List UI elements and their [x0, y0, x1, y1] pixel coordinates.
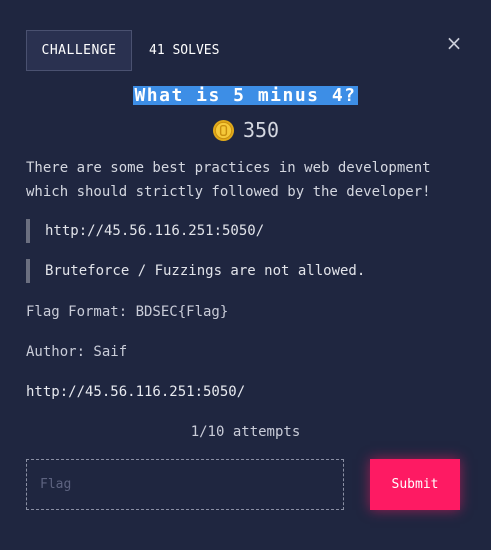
- title-wrapper: What is 5 minus 4?: [0, 86, 491, 105]
- challenge-modal: CHALLENGE 41 SOLVES × What is 5 minus 4?…: [0, 0, 491, 550]
- attempts-counter: 1/10 attempts: [190, 424, 301, 440]
- tab-challenge[interactable]: CHALLENGE: [26, 30, 132, 71]
- challenge-description: There are some best practices in web dev…: [26, 160, 431, 200]
- submit-button[interactable]: Submit: [370, 459, 460, 510]
- close-icon[interactable]: ×: [444, 32, 464, 54]
- quote-rules: Bruteforce / Fuzzings are not allowed.: [26, 259, 365, 283]
- author: Author: Saif: [26, 344, 128, 360]
- challenge-points: 350: [0, 118, 491, 142]
- challenge-title: What is 5 minus 4?: [133, 85, 358, 106]
- coin-icon: [212, 119, 234, 141]
- quote-url: http://45.56.116.251:5050/: [26, 219, 264, 243]
- flag-input[interactable]: [26, 459, 344, 510]
- points-value: 350: [242, 118, 280, 142]
- challenge-link[interactable]: http://45.56.116.251:5050/: [26, 380, 245, 404]
- flag-format: Flag Format: BDSEC{Flag}: [26, 304, 229, 320]
- tab-solves[interactable]: 41 SOLVES: [146, 30, 219, 71]
